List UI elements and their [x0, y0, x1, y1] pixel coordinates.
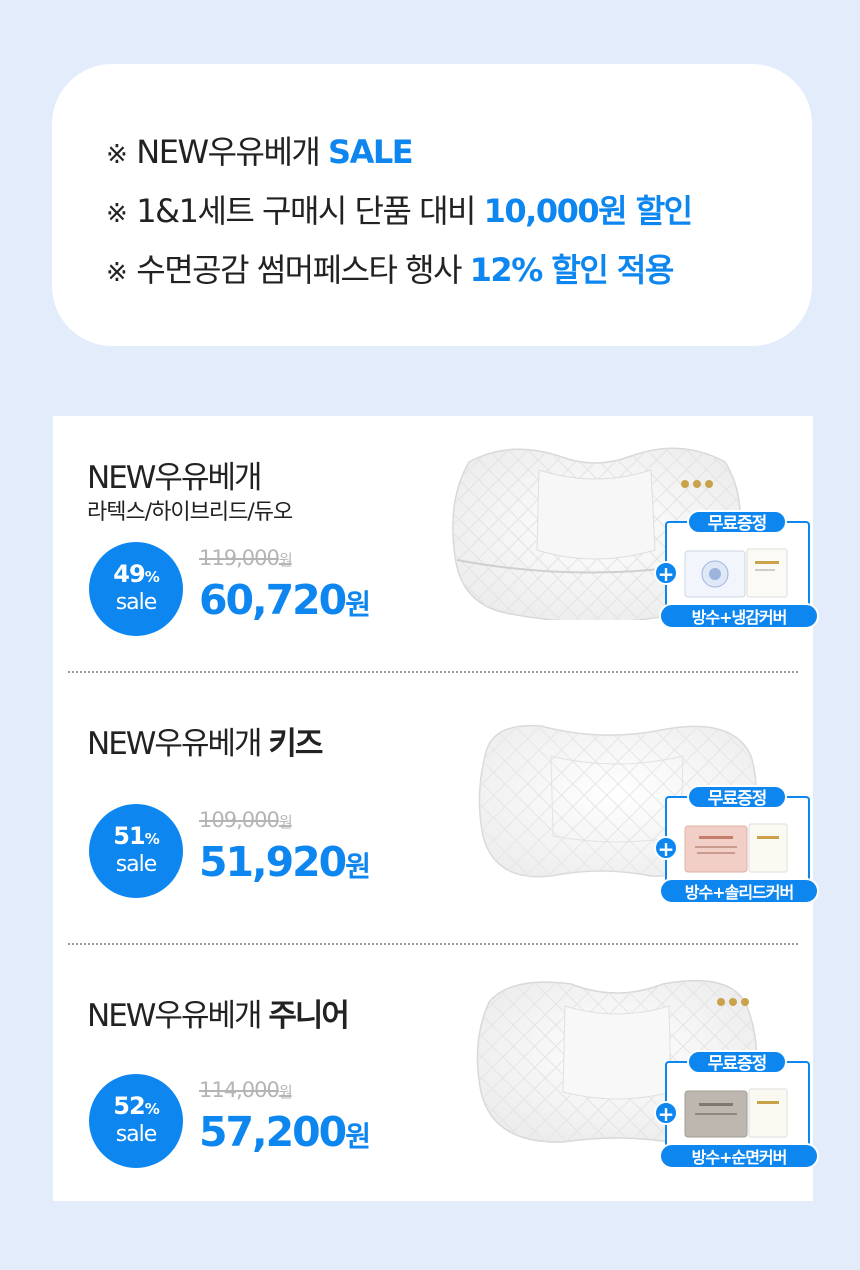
percent-sign: % — [144, 1100, 160, 1118]
won-unit: 원 — [278, 1083, 293, 1101]
plus-icon: + — [654, 836, 678, 861]
product-subtitle: 라텍스/하이브리드/듀오 — [87, 500, 293, 525]
divider — [68, 943, 798, 945]
notice-highlight: 12% 할인 적용 — [469, 251, 675, 289]
won-unit: 원 — [345, 588, 371, 621]
original-price: 109,000원 — [199, 808, 293, 832]
discount-badge: 51% sale — [89, 804, 183, 898]
original-price-value: 109,000 — [199, 808, 280, 832]
discount-rate: 52% — [89, 1092, 183, 1120]
sale-label: sale — [115, 1122, 158, 1147]
notice-line-festa: ※ 수면공감 썸머페스타 행사 12% 할인 적용 — [106, 242, 812, 301]
discount-number: 52 — [113, 1092, 145, 1120]
reference-mark: ※ — [106, 140, 128, 170]
notice-highlight: 10,000원 할인 — [483, 192, 693, 230]
discount-rate: 49% — [89, 560, 183, 588]
notice-line-sale: ※ NEW우유베개 SALE — [106, 124, 812, 183]
free-gift-box: 무료증정 + 방수+순면커버 — [654, 1050, 819, 1169]
sale-price: 60,720원 — [199, 576, 371, 624]
solid-cover-package-image — [684, 823, 788, 873]
notice-text: 1&1세트 구매시 단품 대비 — [136, 192, 476, 230]
free-gift-box: 무료증정 + 방수+냉감커버 — [654, 510, 819, 629]
original-price: 114,000원 — [199, 1078, 293, 1102]
original-price-value: 114,000 — [199, 1078, 280, 1102]
free-gift-badge: 무료증정 — [687, 785, 787, 809]
cooling-cover-package-image — [684, 548, 788, 598]
free-gift-badge: 무료증정 — [687, 510, 787, 534]
discount-number: 51 — [113, 822, 145, 850]
original-price: 119,000원 — [199, 546, 293, 570]
product-card-latex[interactable]: NEW우유베개 라텍스/하이브리드/듀오 49% sale 119,000원 6… — [53, 416, 819, 676]
sale-price: 57,200원 — [199, 1108, 371, 1156]
product-title: NEW우유베개 주니어 — [87, 990, 350, 1035]
sale-price-value: 51,920 — [199, 838, 347, 886]
notice-text: NEW우유베개 — [136, 133, 321, 171]
sale-label: sale — [115, 852, 158, 877]
notice-highlight: SALE — [328, 133, 414, 171]
product-title-text: NEW우유베개 — [87, 726, 263, 762]
gift-label: 방수+냉감커버 — [659, 603, 819, 629]
sale-price: 51,920원 — [199, 838, 371, 886]
notice-text: 수면공감 썸머페스타 행사 — [136, 251, 462, 289]
product-panel: NEW우유베개 라텍스/하이브리드/듀오 49% sale 119,000원 6… — [53, 416, 819, 1201]
gift-label: 방수+솔리드커버 — [659, 878, 819, 904]
reference-mark: ※ — [106, 199, 128, 229]
sale-price-value: 60,720 — [199, 576, 347, 624]
cotton-cover-package-image — [684, 1088, 788, 1138]
product-title-text: NEW우유베개 — [87, 460, 263, 496]
notice-box: ※ NEW우유베개 SALE ※ 1&1세트 구매시 단품 대비 10,000원 할… — [52, 64, 812, 346]
free-gift-badge: 무료증정 — [687, 1050, 787, 1074]
divider — [68, 671, 798, 673]
discount-badge: 52% sale — [89, 1074, 183, 1168]
product-title: NEW우유베개 키즈 — [87, 718, 323, 763]
product-title-text: NEW우유베개 — [87, 998, 263, 1034]
product-card-junior[interactable]: NEW우유베개 주니어 52% sale 114,000원 57,200원 무료… — [53, 956, 819, 1216]
product-title-variant: 키즈 — [268, 726, 323, 762]
won-unit: 원 — [345, 850, 371, 883]
discount-rate: 51% — [89, 822, 183, 850]
original-price-value: 119,000 — [199, 546, 280, 570]
plus-icon: + — [654, 561, 678, 586]
percent-sign: % — [144, 830, 160, 848]
won-unit: 원 — [278, 551, 293, 569]
reference-mark: ※ — [106, 258, 128, 288]
won-unit: 원 — [345, 1120, 371, 1153]
sale-label: sale — [115, 590, 158, 615]
won-unit: 원 — [278, 813, 293, 831]
discount-badge: 49% sale — [89, 542, 183, 636]
product-card-kids[interactable]: NEW우유베개 키즈 51% sale 109,000원 51,920원 무료증… — [53, 686, 819, 946]
plus-icon: + — [654, 1101, 678, 1126]
product-title-variant: 주니어 — [268, 998, 350, 1034]
free-gift-box: 무료증정 + 방수+솔리드커버 — [654, 785, 819, 904]
sale-price-value: 57,200 — [199, 1108, 347, 1156]
product-title: NEW우유베개 — [87, 452, 263, 497]
gift-label: 방수+순면커버 — [659, 1143, 819, 1169]
discount-number: 49 — [113, 560, 145, 588]
percent-sign: % — [144, 568, 160, 586]
notice-line-set-discount: ※ 1&1세트 구매시 단품 대비 10,000원 할인 — [106, 183, 812, 242]
